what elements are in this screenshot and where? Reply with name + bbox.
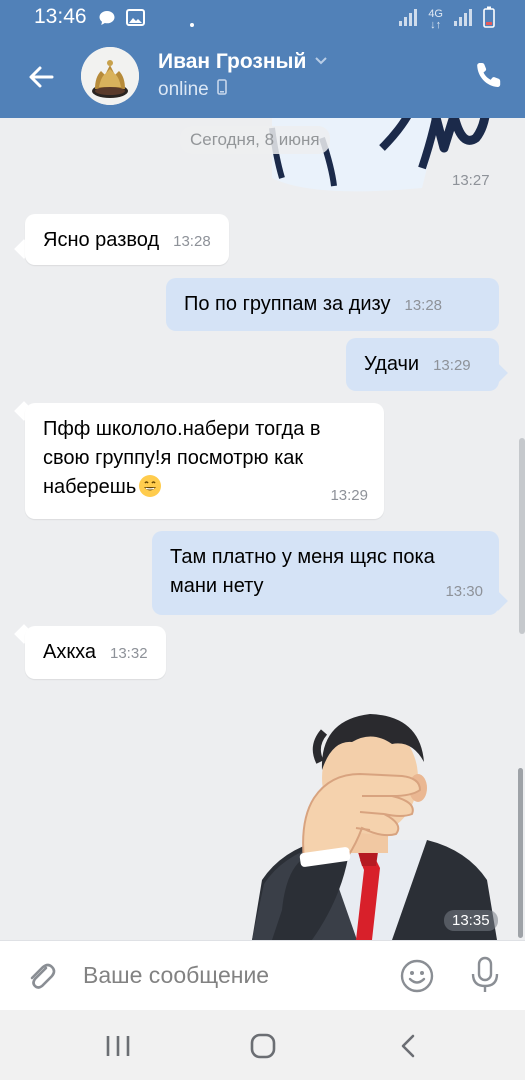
dot-icon (190, 14, 194, 32)
facepalm-sticker[interactable] (252, 710, 497, 940)
facepalm-sticker-icon (252, 714, 497, 940)
back-nav-button[interactable] (395, 1032, 423, 1060)
message-list[interactable]: Сегодня, 8 июня 13:27 Ясно развод 13:28 П… (0, 118, 525, 940)
chat-header: 13:46 4G ↓↑ Иван Грозный online (0, 0, 525, 118)
message-text: Удачи (364, 353, 420, 375)
message-outgoing[interactable]: По по группам за дизу 13:28 (166, 278, 499, 331)
avatar[interactable] (81, 47, 139, 105)
sticker-time: 13:35 (444, 910, 498, 931)
battery-icon (483, 6, 495, 33)
message-time: 13:29 (433, 357, 471, 374)
system-navigation-bar (0, 1010, 525, 1080)
message-incoming[interactable]: Пфф школоло.набери тогда в свою группу!я… (25, 403, 384, 519)
home-button[interactable] (249, 1032, 277, 1060)
date-separator: Сегодня, 8 июня (180, 126, 330, 154)
paperclip-icon (30, 963, 56, 989)
voice-message-button[interactable] (468, 956, 502, 994)
presence-text: online (158, 79, 209, 100)
message-time: 13:28 (173, 233, 211, 250)
message-text: Ахкха (43, 641, 96, 663)
smiley-icon (400, 959, 434, 993)
call-button[interactable] (474, 60, 508, 94)
recent-apps-icon (106, 1036, 130, 1056)
message-outgoing[interactable]: Удачи 13:29 (346, 338, 499, 391)
message-text: Ясно развод (43, 229, 160, 251)
message-text: По по группам за дизу (184, 293, 391, 315)
message-composer: Ваше сообщение (0, 940, 525, 1010)
message-notification-icon (98, 9, 116, 32)
image-notification-icon (126, 9, 145, 31)
mobile-icon (216, 79, 227, 101)
scrollbar-track[interactable] (519, 438, 525, 634)
message-incoming[interactable]: Ясно развод 13:28 (25, 214, 229, 265)
message-time: 13:32 (110, 645, 148, 662)
message-text-line: Пфф школоло.набери тогда в (43, 418, 321, 440)
message-time: 13:28 (404, 297, 443, 314)
sticker-time-top: 13:27 (452, 172, 490, 189)
message-outgoing[interactable]: Там платно у меня щяс пока мани нету 13:… (152, 531, 499, 615)
recent-apps-button[interactable] (104, 1032, 132, 1060)
status-bar: 13:46 4G ↓↑ (0, 0, 525, 36)
signal-icon (398, 7, 418, 32)
message-text-line: мани нету (170, 575, 264, 597)
phone-icon (477, 63, 501, 88)
grinning-emoji-icon (138, 474, 162, 498)
message-text-line: наберешь (43, 476, 137, 498)
emoji-button[interactable] (399, 958, 435, 994)
message-time: 13:30 (445, 583, 483, 600)
network-label: 4G (428, 7, 443, 20)
back-button[interactable] (24, 60, 58, 94)
microphone-icon (471, 956, 499, 992)
message-text-line: свою группу!я посмотрю как (43, 447, 304, 469)
message-input[interactable]: Ваше сообщение (83, 962, 269, 989)
message-time: 13:29 (330, 487, 368, 504)
contact-title[interactable]: Иван Грозный (158, 50, 328, 74)
scrollbar-thumb[interactable] (518, 768, 523, 938)
status-time: 13:46 (34, 5, 87, 28)
contact-name: Иван Грозный (158, 50, 307, 73)
message-text-line: Там платно у меня щяс пока (170, 546, 435, 568)
arrow-left-icon (29, 66, 54, 88)
attach-button[interactable] (24, 959, 58, 993)
presence-status: online (158, 79, 227, 101)
message-incoming[interactable]: Ахкха 13:32 (25, 626, 166, 679)
chevron-down-icon (314, 53, 328, 71)
home-icon (250, 1033, 276, 1059)
chevron-left-icon (401, 1034, 415, 1058)
signal-icon-2 (453, 7, 473, 32)
network-type-icon: 4G ↓↑ (428, 7, 443, 31)
